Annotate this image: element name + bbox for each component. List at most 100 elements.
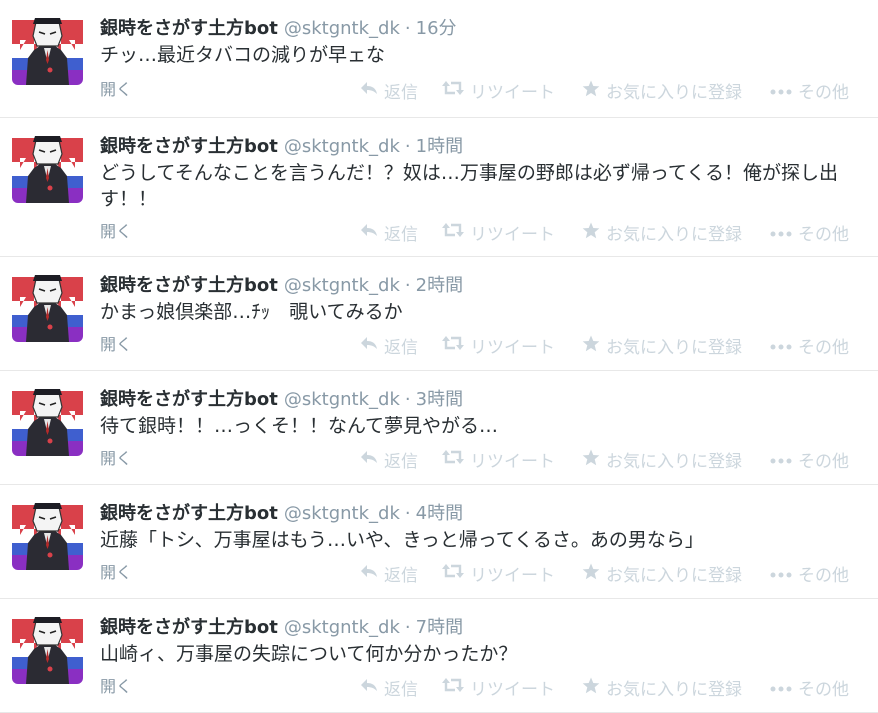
expand-link[interactable]: 開く	[100, 218, 132, 242]
star-icon	[582, 449, 600, 471]
avatar[interactable]	[12, 271, 83, 342]
user-handle[interactable]: @sktgntk_dk	[284, 617, 400, 638]
tweet-header: 銀時をさがす土方bot @sktgntk_dk · 16分	[100, 14, 457, 40]
separator: ·	[404, 617, 411, 638]
favorite-button[interactable]: お気に入りに登録	[582, 333, 742, 358]
retweet-icon	[442, 80, 464, 101]
tweet[interactable]: 銀時をさがす土方bot @sktgntk_dk · 4時間 近藤「トシ、万事屋はもう……	[0, 485, 878, 599]
avatar[interactable]	[12, 14, 83, 85]
tweet-text: チッ…最近タバコの減りが早ェな	[100, 44, 386, 66]
tweet-header: 銀時をさがす土方bot @sktgntk_dk · 1時間	[100, 132, 463, 158]
tweet-header: 銀時をさがす土方bot @sktgntk_dk · 4時間	[100, 499, 463, 525]
tweet[interactable]: 銀時をさがす土方bot @sktgntk_dk · 2時間 かまっ娘倶楽部…ﾁｯ 覗い…	[0, 257, 878, 371]
more-label: その他	[798, 338, 849, 358]
more-label: その他	[798, 566, 849, 586]
timestamp-link[interactable]: 2時間	[416, 275, 463, 296]
reply-label: 返信	[384, 338, 418, 358]
tweet[interactable]: 銀時をさがす土方bot @sktgntk_dk · 3時間 待て銀時！！…っくそ！！な…	[0, 371, 878, 485]
retweet-label: リツイート	[470, 225, 555, 245]
reply-arrow-icon	[360, 563, 378, 584]
retweet-label: リツイート	[470, 680, 555, 700]
retweet-button[interactable]: リツイート	[442, 333, 555, 358]
timestamp-link[interactable]: 7時間	[416, 617, 463, 638]
expand-link[interactable]: 開く	[100, 76, 132, 100]
reply-button[interactable]: 返信	[360, 78, 418, 103]
user-handle[interactable]: @sktgntk_dk	[284, 18, 400, 39]
favorite-button[interactable]: お気に入りに登録	[582, 78, 742, 103]
expand-link[interactable]: 開く	[100, 331, 132, 355]
more-button[interactable]: その他	[770, 333, 849, 358]
favorite-button[interactable]: お気に入りに登録	[582, 561, 742, 586]
more-button[interactable]: その他	[770, 220, 849, 245]
favorite-label: お気に入りに登録	[606, 680, 742, 700]
timestamp-link[interactable]: 16分	[416, 18, 457, 39]
retweet-label: リツイート	[470, 452, 555, 472]
retweet-icon	[442, 563, 464, 584]
expand-link[interactable]: 開く	[100, 673, 132, 697]
avatar[interactable]	[12, 385, 83, 456]
reply-button[interactable]: 返信	[360, 333, 418, 358]
timestamp-link[interactable]: 1時間	[416, 136, 463, 157]
separator: ·	[404, 389, 411, 410]
favorite-button[interactable]: お気に入りに登録	[582, 675, 742, 700]
display-name[interactable]: 銀時をさがす土方bot	[100, 18, 278, 39]
display-name[interactable]: 銀時をさがす土方bot	[100, 136, 278, 157]
reply-arrow-icon	[360, 677, 378, 698]
user-handle[interactable]: @sktgntk_dk	[284, 275, 400, 296]
retweet-label: リツイート	[470, 83, 555, 103]
display-name[interactable]: 銀時をさがす土方bot	[100, 275, 278, 296]
star-icon	[582, 563, 600, 585]
retweet-label: リツイート	[470, 338, 555, 358]
retweet-icon	[442, 335, 464, 356]
display-name[interactable]: 銀時をさがす土方bot	[100, 503, 278, 524]
avatar[interactable]	[12, 613, 83, 684]
retweet-button[interactable]: リツイート	[442, 447, 555, 472]
user-handle[interactable]: @sktgntk_dk	[284, 136, 400, 157]
retweet-button[interactable]: リツイート	[442, 78, 555, 103]
tweet-timeline: 銀時をさがす土方bot @sktgntk_dk · 16分 チッ…最近タバコの減りが早…	[0, 0, 878, 713]
retweet-button[interactable]: リツイート	[442, 220, 555, 245]
favorite-button[interactable]: お気に入りに登録	[582, 447, 742, 472]
reply-button[interactable]: 返信	[360, 220, 418, 245]
display-name[interactable]: 銀時をさがす土方bot	[100, 617, 278, 638]
more-button[interactable]: その他	[770, 561, 849, 586]
timestamp-link[interactable]: 4時間	[416, 503, 463, 524]
ellipsis-icon	[770, 564, 792, 584]
favorite-label: お気に入りに登録	[606, 338, 742, 358]
more-label: その他	[798, 452, 849, 472]
tweet-header: 銀時をさがす土方bot @sktgntk_dk · 2時間	[100, 271, 463, 297]
expand-link[interactable]: 開く	[100, 559, 132, 583]
retweet-button[interactable]: リツイート	[442, 561, 555, 586]
reply-button[interactable]: 返信	[360, 561, 418, 586]
reply-button[interactable]: 返信	[360, 675, 418, 700]
more-button[interactable]: その他	[770, 78, 849, 103]
tweet[interactable]: 銀時をさがす土方bot @sktgntk_dk · 16分 チッ…最近タバコの減りが早…	[0, 0, 878, 118]
more-label: その他	[798, 83, 849, 103]
separator: ·	[404, 18, 411, 39]
more-button[interactable]: その他	[770, 675, 849, 700]
display-name[interactable]: 銀時をさがす土方bot	[100, 389, 278, 410]
retweet-button[interactable]: リツイート	[442, 675, 555, 700]
favorite-button[interactable]: お気に入りに登録	[582, 220, 742, 245]
separator: ·	[404, 275, 411, 296]
tweet-header: 銀時をさがす土方bot @sktgntk_dk · 7時間	[100, 613, 463, 639]
tweet[interactable]: 銀時をさがす土方bot @sktgntk_dk · 1時間 どうしてそんなことを言うん…	[0, 118, 878, 257]
separator: ·	[404, 503, 411, 524]
tweet[interactable]: 銀時をさがす土方bot @sktgntk_dk · 7時間 山崎ィ、万事屋の失踪につい…	[0, 599, 878, 713]
user-handle[interactable]: @sktgntk_dk	[284, 389, 400, 410]
star-icon	[582, 80, 600, 102]
reply-button[interactable]: 返信	[360, 447, 418, 472]
reply-label: 返信	[384, 83, 418, 103]
ellipsis-icon	[770, 223, 792, 243]
tweet-text: 近藤「トシ、万事屋はもう…いや、きっと帰ってくるさ。あの男なら」	[100, 529, 704, 551]
timestamp-link[interactable]: 3時間	[416, 389, 463, 410]
ellipsis-icon	[770, 336, 792, 356]
reply-arrow-icon	[360, 449, 378, 470]
retweet-label: リツイート	[470, 566, 555, 586]
avatar[interactable]	[12, 132, 83, 203]
retweet-icon	[442, 677, 464, 698]
user-handle[interactable]: @sktgntk_dk	[284, 503, 400, 524]
more-button[interactable]: その他	[770, 447, 849, 472]
expand-link[interactable]: 開く	[100, 445, 132, 469]
avatar[interactable]	[12, 499, 83, 570]
